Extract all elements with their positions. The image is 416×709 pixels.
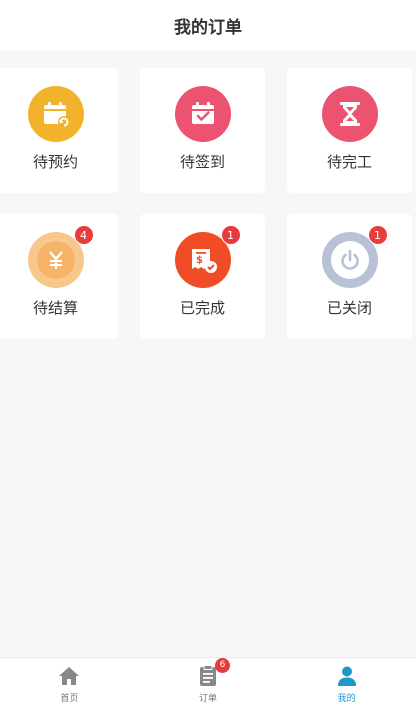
- count-badge: 1: [220, 225, 241, 245]
- yuan-icon: 4: [27, 225, 94, 288]
- tab-label: 首页: [60, 693, 79, 704]
- person-icon: [335, 664, 359, 688]
- hourglass-icon: [321, 86, 378, 142]
- order-card-pending-appointment[interactable]: 待预约: [0, 68, 118, 193]
- page-title: 我的订单: [174, 17, 242, 38]
- page-header: 我的订单: [0, 0, 416, 50]
- tab-orders[interactable]: 6 订单: [139, 657, 278, 709]
- order-card-label: 待结算: [32, 299, 78, 317]
- order-card-label: 待完工: [326, 153, 372, 171]
- tab-home[interactable]: 首页: [0, 658, 139, 709]
- bottom-tab-bar: 首页 6 订单 我的: [0, 657, 416, 709]
- tab-profile[interactable]: 我的: [277, 658, 416, 709]
- tab-label: 我的: [337, 693, 356, 704]
- calendar-check-icon: [174, 86, 231, 142]
- count-badge: 6: [215, 657, 230, 673]
- order-card-completed[interactable]: $ 1 已完成: [140, 214, 265, 339]
- order-card-pending-checkin[interactable]: 待签到: [140, 68, 265, 193]
- order-card-pending-settlement[interactable]: 4 待结算: [0, 214, 118, 339]
- count-badge: 4: [73, 225, 94, 245]
- order-card-label: 待预约: [32, 153, 78, 171]
- clipboard-icon: 6: [196, 657, 230, 688]
- tab-label: 订单: [199, 693, 218, 704]
- calendar-reschedule-icon: [27, 86, 84, 142]
- order-card-label: 已完成: [179, 299, 225, 317]
- svg-text:$: $: [196, 255, 203, 266]
- order-card-label: 已关闭: [326, 299, 372, 317]
- count-badge: 1: [367, 225, 388, 245]
- receipt-check-icon: $ 1: [174, 225, 241, 288]
- order-card-label: 待签到: [179, 153, 225, 171]
- power-icon: 1: [321, 225, 388, 288]
- home-icon: [57, 664, 81, 688]
- order-card-closed[interactable]: 1 已关闭: [287, 214, 412, 339]
- order-card-pending-completion[interactable]: 待完工: [287, 68, 412, 193]
